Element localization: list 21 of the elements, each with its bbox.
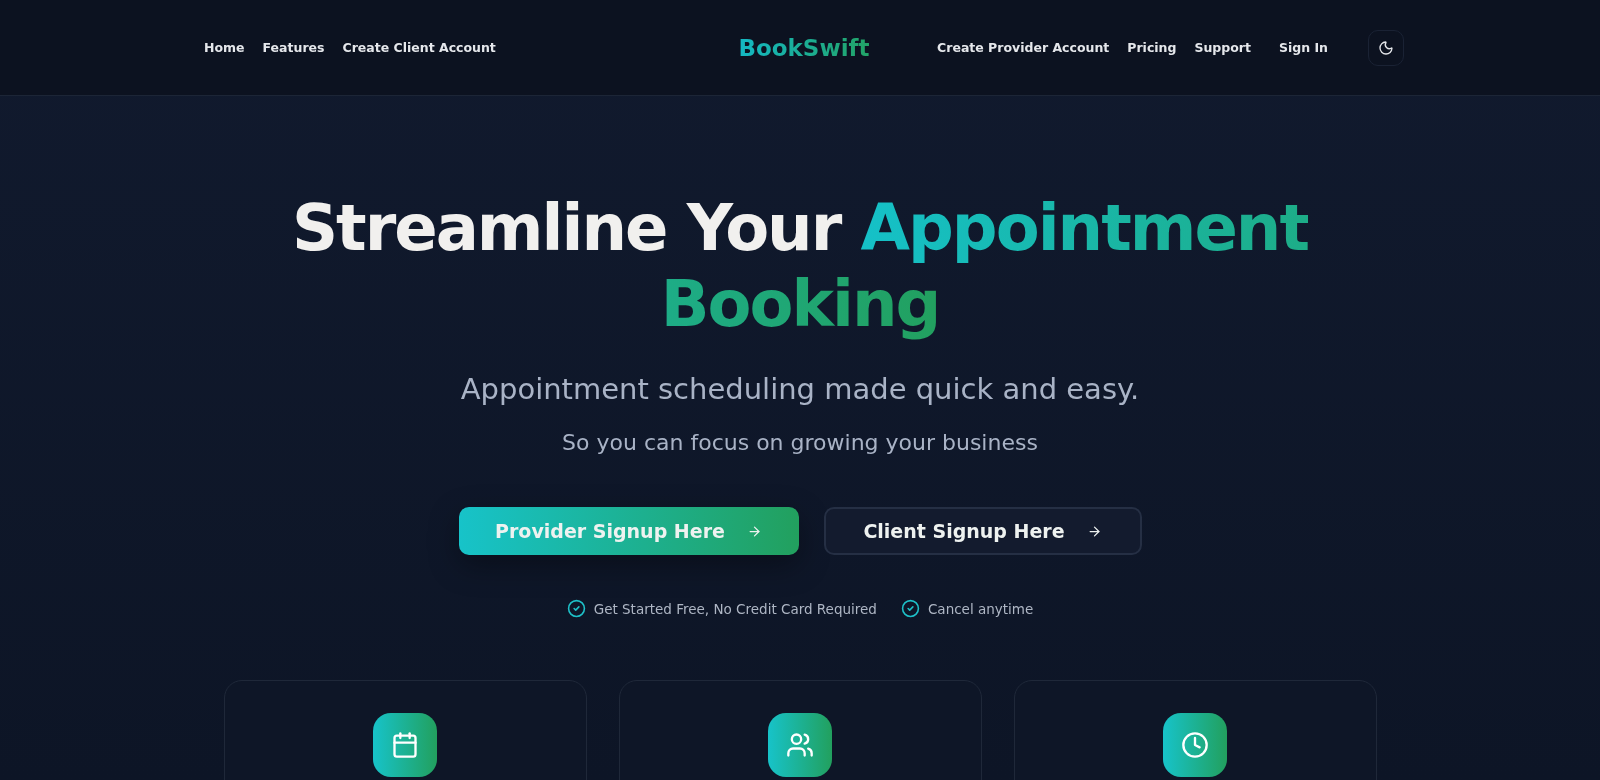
nav-link[interactable]: Features — [262, 40, 325, 55]
nav-link[interactable]: Support — [1194, 40, 1251, 55]
check-icon — [900, 599, 920, 618]
people-icon — [768, 713, 832, 777]
nav-link[interactable]: Create Client Account — [342, 40, 496, 55]
sign-in-link[interactable]: Sign In — [1278, 40, 1328, 55]
perk-text: Get Started Free, No Credit Card Required — [593, 600, 877, 617]
nav-link[interactable]: Home — [204, 40, 245, 55]
clock-icon — [1163, 713, 1227, 777]
theme-toggle-button[interactable] — [1368, 29, 1404, 66]
hero-tagline: So you can focus on growing your business — [562, 430, 1038, 455]
calendar-icon — [373, 713, 437, 777]
hero-subtitle: Appointment scheduling made quick and easy. — [460, 372, 1140, 406]
client-signup-button[interactable]: Client Signup Here — [823, 507, 1142, 555]
perk-text: Cancel anytime — [927, 600, 1034, 617]
nav-link[interactable]: Create Provider Account — [937, 40, 1110, 55]
nav-link[interactable]: Pricing — [1127, 40, 1177, 55]
check-icon — [566, 599, 586, 618]
arrow-icon — [1086, 523, 1102, 539]
arrow-icon — [746, 523, 762, 539]
moon-icon — [1378, 39, 1394, 56]
